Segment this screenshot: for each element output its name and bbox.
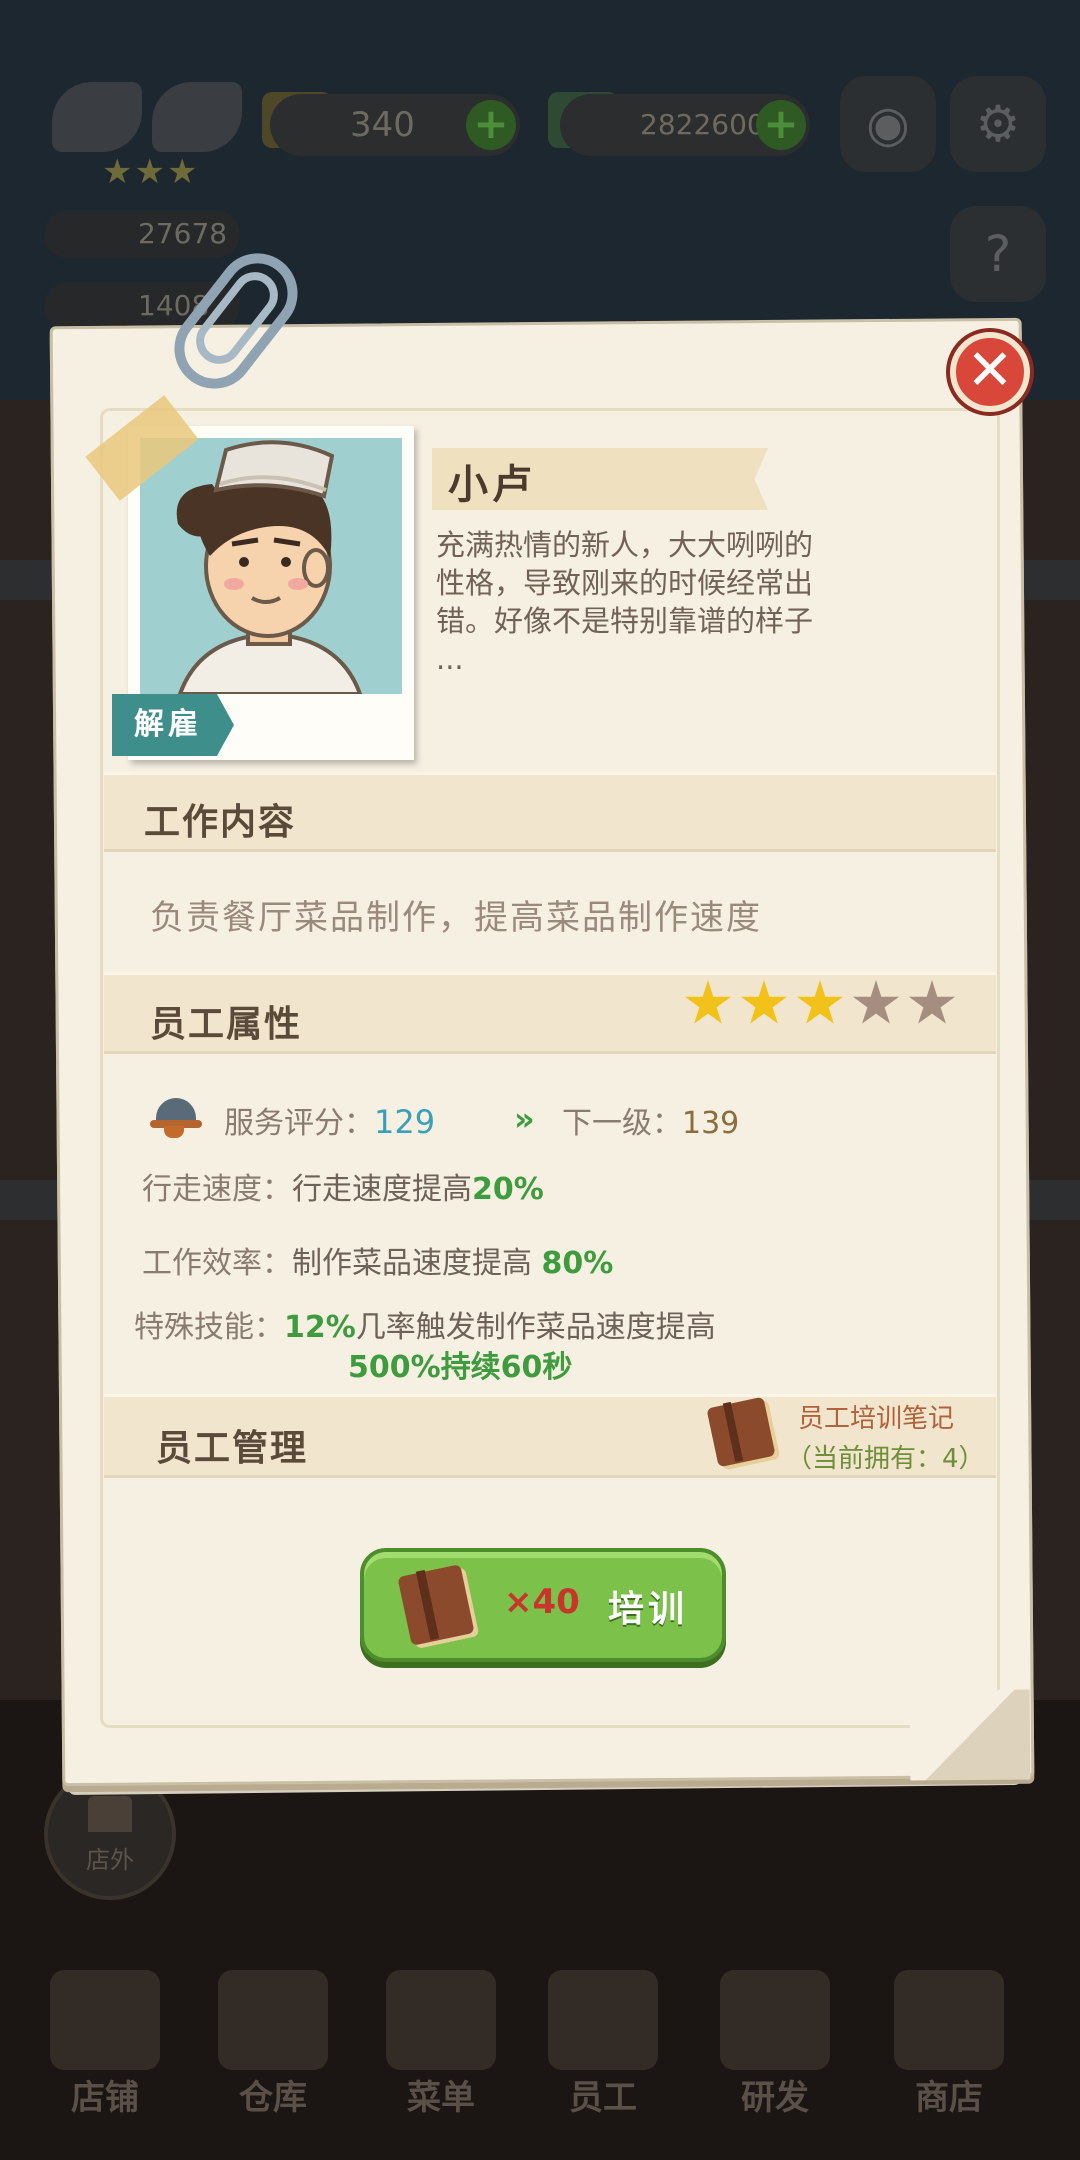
- shop-outside-icon: [88, 1796, 132, 1832]
- tab-menu[interactable]: 菜单: [376, 1960, 506, 2118]
- close-icon: ✕: [966, 338, 1014, 403]
- work-description: 负责餐厅菜品制作，提高菜品制作速度: [150, 898, 762, 938]
- gear-icon: ⚙: [975, 95, 1021, 153]
- walk-speed: 行走速度：行走速度提高20%: [142, 1172, 544, 1207]
- training-notes-book-icon: [706, 1396, 776, 1468]
- chef-avatar-icon: [140, 438, 402, 694]
- cash-counter: 2822600 +: [560, 94, 810, 156]
- train-button[interactable]: ×40 培训: [360, 1548, 726, 1662]
- bottom-tab-bar: 店铺 仓库 菜单 员工 研发 商店: [0, 1960, 1080, 2160]
- rank-stars-icon: ★★★: [102, 152, 200, 192]
- tab-staff[interactable]: 员工: [538, 1960, 668, 2118]
- service-score: 服务评分：129: [224, 1103, 436, 1141]
- add-coins-button[interactable]: +: [466, 100, 516, 150]
- stat-counter-1: 27678: [44, 210, 240, 258]
- settings-button[interactable]: ⚙: [950, 76, 1046, 172]
- fire-button[interactable]: 解雇: [112, 694, 234, 756]
- help-book-button[interactable]: ?: [950, 206, 1046, 302]
- coins-counter: 340 +: [270, 94, 520, 156]
- employee-description: 充满热情的新人，大大咧咧的 性格，导致刚来的时候经常出 错。好像不是特别靠谱的样…: [436, 528, 814, 676]
- tab-store[interactable]: 商店: [884, 1960, 1014, 2118]
- tab-storage[interactable]: 仓库: [208, 1960, 338, 2118]
- work-efficiency: 工作效率：制作菜品速度提高 80%: [142, 1246, 614, 1281]
- camera-icon: ◉: [866, 95, 910, 153]
- employee-name: 小卢: [448, 462, 536, 508]
- training-book-icon: [397, 1564, 475, 1646]
- training-notes-label: 员工培训笔记: [798, 1404, 955, 1434]
- help-book-icon: ?: [984, 225, 1012, 283]
- next-level-score: 下一级：139: [562, 1106, 740, 1141]
- tab-research[interactable]: 研发: [710, 1960, 840, 2118]
- train-cost: ×40: [504, 1582, 580, 1622]
- attributes-section-header: 员工属性: [104, 972, 996, 1054]
- camera-button[interactable]: ◉: [840, 76, 936, 172]
- page-curl: [909, 1689, 1031, 1781]
- train-label: 培训: [608, 1589, 689, 1630]
- rank-badge[interactable]: ★★★: [52, 62, 242, 192]
- next-level-chevron-icon: »: [514, 1100, 534, 1138]
- work-section-header: 工作内容: [104, 772, 996, 852]
- add-cash-button[interactable]: +: [756, 100, 806, 150]
- special-skill: 特殊技能：12%几率触发制作菜品速度提高: [134, 1310, 716, 1345]
- service-cloche-icon: [150, 1096, 202, 1138]
- training-notes-count: （当前拥有：4）: [786, 1444, 985, 1474]
- close-button[interactable]: ✕: [950, 332, 1030, 412]
- special-skill-detail: 500%持续60秒: [348, 1350, 573, 1385]
- tab-shop[interactable]: 店铺: [40, 1960, 170, 2118]
